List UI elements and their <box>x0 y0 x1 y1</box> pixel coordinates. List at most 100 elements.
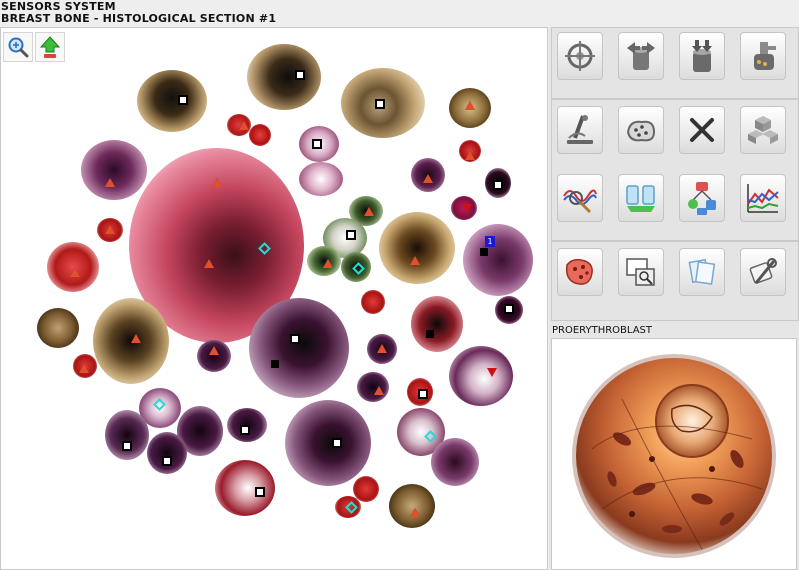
cell[interactable] <box>449 346 513 406</box>
cell[interactable] <box>247 44 321 110</box>
marker-square[interactable] <box>290 334 300 344</box>
tools-icon <box>749 258 777 284</box>
marker-triangle[interactable] <box>423 174 433 183</box>
marker-triangle[interactable] <box>131 334 141 343</box>
cell[interactable] <box>249 298 349 398</box>
title-bar: SENSORS SYSTEM BREAST BONE - HISTOLOGICA… <box>0 0 799 26</box>
upload-button[interactable] <box>35 32 65 62</box>
marker-square[interactable] <box>332 438 342 448</box>
tool-group-2 <box>551 99 799 241</box>
zoom-button[interactable] <box>3 32 33 62</box>
section-title: BREAST BONE - HISTOLOGICAL SECTION #1 <box>1 12 277 25</box>
marker-square[interactable] <box>375 99 385 109</box>
tissue-sample-icon <box>565 258 593 285</box>
converge-arrows-button[interactable] <box>679 32 725 80</box>
marker-square[interactable] <box>493 180 503 190</box>
cross-icon <box>690 118 714 142</box>
marker-triangle[interactable] <box>105 225 115 234</box>
window-zoom-button[interactable] <box>618 248 664 296</box>
marker-square[interactable] <box>504 304 514 314</box>
network-nodes-icon <box>688 182 716 215</box>
lab-flasks-icon <box>626 185 655 212</box>
histology-viewer[interactable]: 1 <box>0 27 548 570</box>
cell[interactable] <box>37 308 79 348</box>
marker-triangle[interactable] <box>239 121 249 130</box>
spread-arrows-cylinder-icon <box>627 42 655 70</box>
papers-button[interactable] <box>679 248 725 296</box>
cell[interactable] <box>361 290 385 314</box>
magnifier-zoom-icon <box>8 37 29 58</box>
marker-triangle[interactable] <box>323 259 333 268</box>
marker-square-filled[interactable] <box>480 248 488 256</box>
cell[interactable] <box>215 460 275 516</box>
marker-square[interactable] <box>346 230 356 240</box>
dispenser-pot-icon <box>754 42 776 70</box>
marker-triangle[interactable] <box>70 268 80 277</box>
green-up-arrow-icon <box>39 36 61 58</box>
marker-square-filled[interactable] <box>271 360 279 368</box>
marker-triangle[interactable] <box>410 508 420 517</box>
marker-triangle-down[interactable] <box>487 368 497 377</box>
target-reticle-button[interactable] <box>557 32 603 80</box>
marker-square[interactable] <box>240 425 250 435</box>
proerythroblast-illustration <box>572 354 776 558</box>
marker-triangle[interactable] <box>410 256 420 265</box>
marker-square[interactable] <box>255 487 265 497</box>
marker-triangle[interactable] <box>364 207 374 216</box>
cell[interactable] <box>147 432 187 474</box>
cubes-icon <box>748 116 778 144</box>
marker-triangle[interactable] <box>374 386 384 395</box>
waveform-magnifier-icon <box>563 189 597 214</box>
cell[interactable] <box>47 242 99 292</box>
line-chart-button[interactable] <box>740 174 786 222</box>
preview-label: PROERYTHROBLAST <box>552 325 652 336</box>
cell[interactable] <box>357 372 389 402</box>
cell[interactable] <box>299 162 343 196</box>
tissue-sample-button[interactable] <box>557 248 603 296</box>
marker-triangle[interactable] <box>79 364 89 373</box>
microscope-icon <box>567 115 593 144</box>
cell[interactable] <box>379 212 455 284</box>
multi-line-chart-icon <box>747 184 779 213</box>
cell[interactable] <box>389 484 435 528</box>
marker-triangle[interactable] <box>465 101 475 110</box>
cell[interactable] <box>105 410 149 460</box>
marker-square[interactable] <box>312 139 322 149</box>
dispenser-button[interactable] <box>740 32 786 80</box>
lab-flasks-button[interactable] <box>618 174 664 222</box>
marker-numbered-badge[interactable]: 1 <box>485 236 495 247</box>
marker-triangle[interactable] <box>204 259 214 268</box>
marker-triangle[interactable] <box>377 344 387 353</box>
marker-triangle[interactable] <box>105 178 115 187</box>
marker-square[interactable] <box>295 70 305 80</box>
dotted-cloud-icon <box>626 120 656 142</box>
delete-button[interactable] <box>679 106 725 154</box>
marker-triangle-down[interactable] <box>462 204 472 213</box>
marker-square[interactable] <box>162 456 172 466</box>
cell[interactable] <box>411 296 463 352</box>
waveform-button[interactable] <box>557 174 603 222</box>
marker-square-filled[interactable] <box>426 330 434 338</box>
papers-icon <box>688 258 716 285</box>
cell[interactable] <box>285 400 371 486</box>
converge-arrows-cylinder-icon <box>692 40 712 72</box>
marker-triangle[interactable] <box>212 178 222 187</box>
cell[interactable] <box>137 70 207 132</box>
microscope-button[interactable] <box>557 106 603 154</box>
cell[interactable] <box>81 140 147 200</box>
marker-square[interactable] <box>122 441 132 451</box>
cell-preview <box>551 338 797 570</box>
cell[interactable] <box>463 224 533 296</box>
tools-button[interactable] <box>740 248 786 296</box>
marker-triangle[interactable] <box>465 151 475 160</box>
network-nodes-button[interactable] <box>679 174 725 222</box>
spread-arrows-button[interactable] <box>618 32 664 80</box>
cell[interactable] <box>431 438 479 486</box>
marker-square[interactable] <box>178 95 188 105</box>
cubes-button[interactable] <box>740 106 786 154</box>
cell[interactable] <box>249 124 271 146</box>
marker-square[interactable] <box>418 389 428 399</box>
cell[interactable] <box>197 340 231 372</box>
dotted-cloud-button[interactable] <box>618 106 664 154</box>
marker-triangle[interactable] <box>209 346 219 355</box>
